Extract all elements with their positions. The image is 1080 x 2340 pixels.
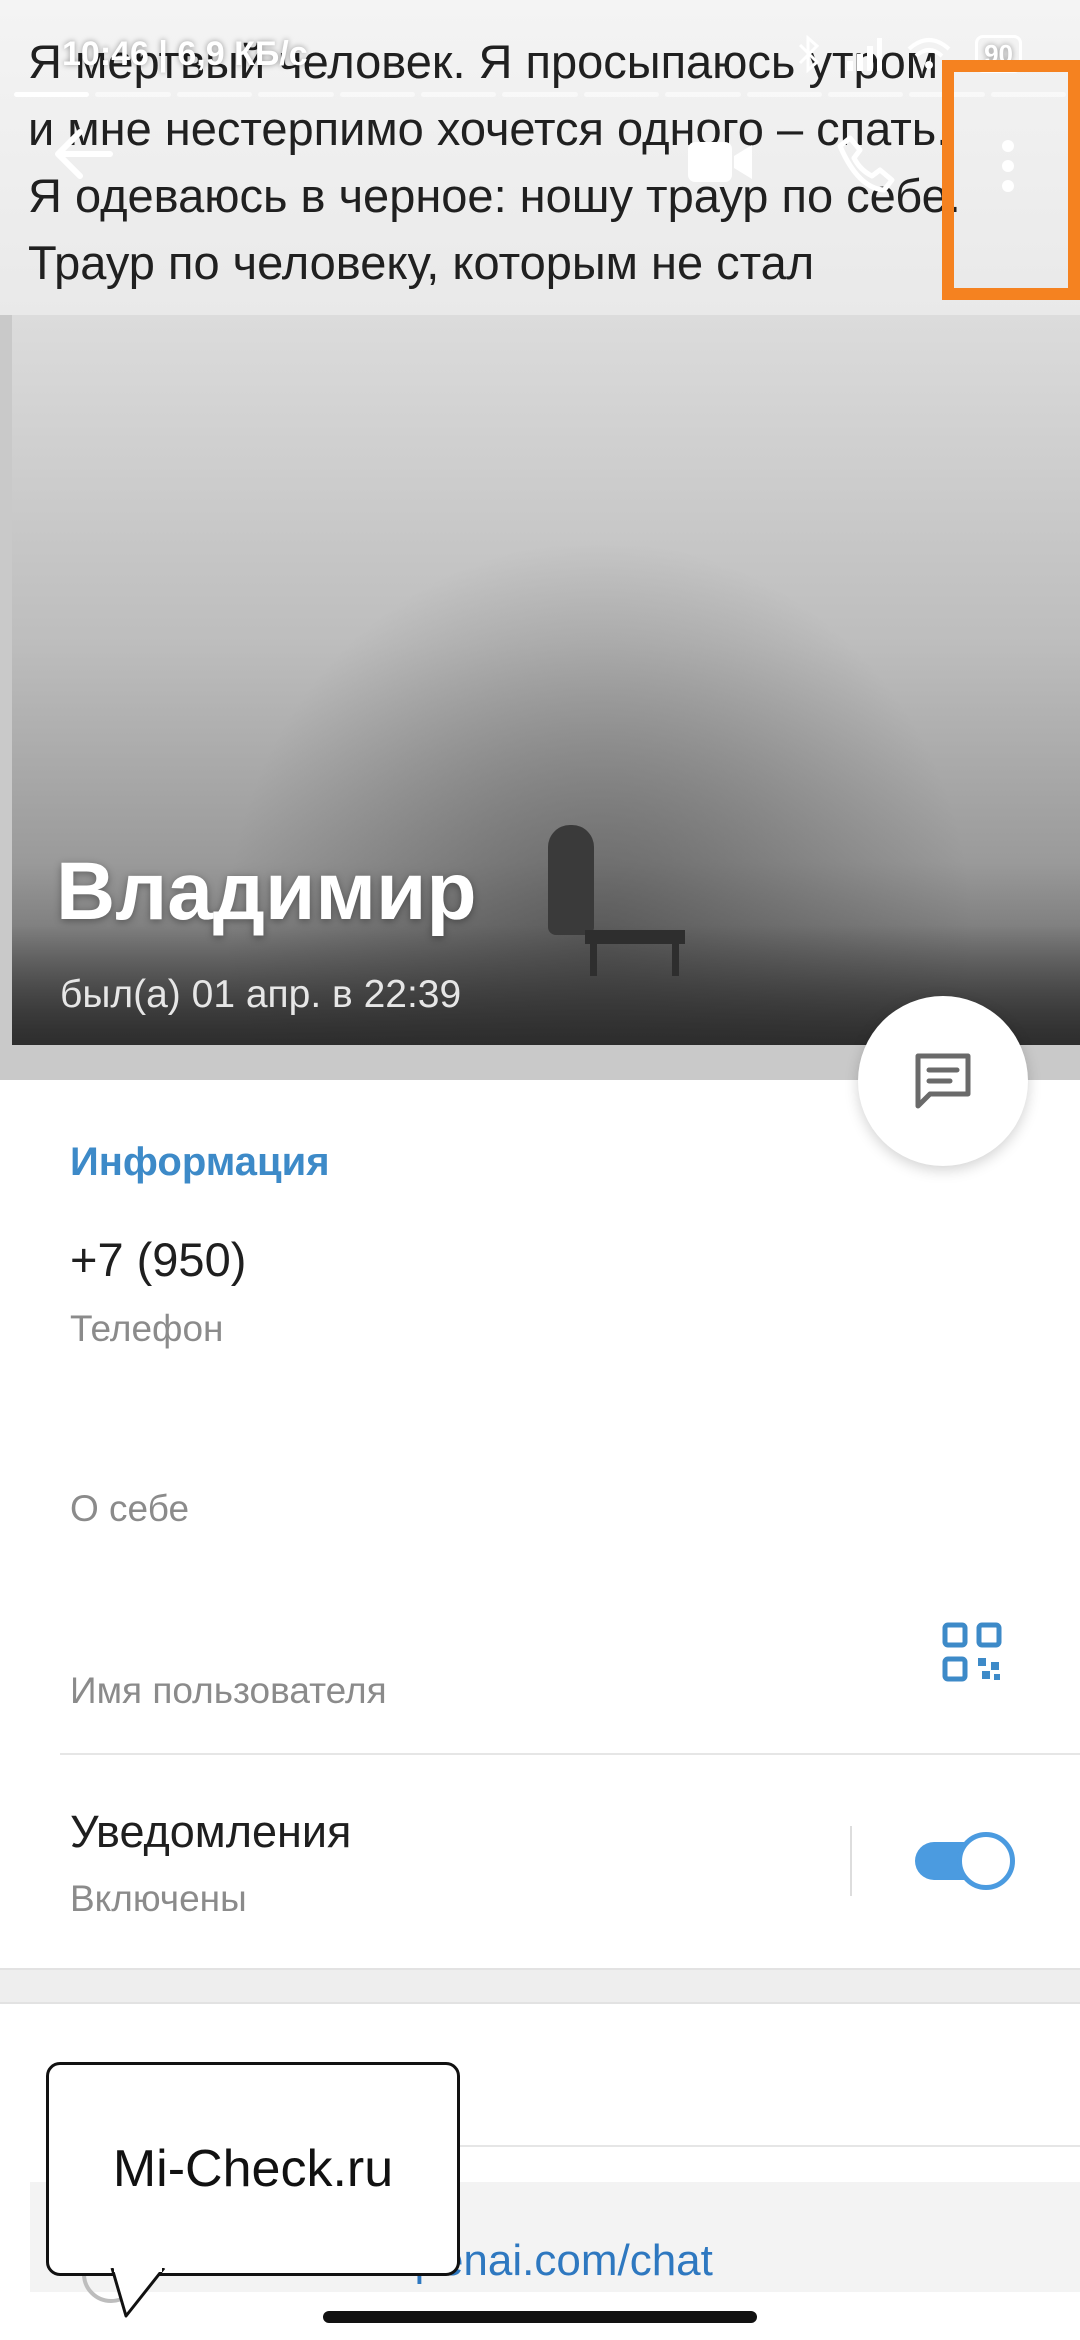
video-camera-icon[interactable] xyxy=(688,140,754,184)
status-bar: 10:46 | 6,9 КБ/с 90 xyxy=(62,30,1022,78)
notifications-toggle[interactable] xyxy=(915,1832,1015,1890)
photo-bench-leg xyxy=(672,940,679,976)
signal-icon xyxy=(847,38,883,71)
message-icon xyxy=(915,1053,971,1109)
notifications-title[interactable]: Уведомления xyxy=(70,1806,351,1858)
story-progress-segment xyxy=(258,92,334,97)
story-progress-segment xyxy=(583,92,660,97)
highlight-frame xyxy=(942,60,1080,300)
story-progress-segment xyxy=(665,92,741,97)
profile-name: Владимир xyxy=(56,846,477,937)
watermark-bubble: Mi-Check.ru xyxy=(46,2062,460,2276)
bubble-tail xyxy=(110,2268,166,2318)
story-progress-segment xyxy=(502,92,578,97)
story-progress-segment xyxy=(95,92,171,97)
bluetooth-icon xyxy=(799,35,820,73)
phone-label: Телефон xyxy=(70,1308,224,1349)
info-section-title: Информация xyxy=(70,1140,330,1184)
phone-number[interactable]: +7 (950) xyxy=(70,1232,246,1287)
bio-label: О себе xyxy=(70,1488,190,1529)
story-progress-segment xyxy=(176,92,253,97)
story-progress-segment xyxy=(827,92,904,97)
divider xyxy=(60,1753,1080,1755)
toggle-knob xyxy=(957,1832,1015,1890)
phone-icon[interactable] xyxy=(836,134,896,194)
story-progress-segment xyxy=(420,92,497,97)
vertical-separator xyxy=(850,1826,852,1896)
section-gap xyxy=(0,1968,1080,2004)
arrow-left-icon[interactable] xyxy=(52,128,114,180)
photo-figure xyxy=(548,825,594,935)
username-label: Имя пользователя xyxy=(70,1670,387,1711)
last-seen-status: был(а) 01 апр. в 22:39 xyxy=(60,973,462,1016)
photo-bench xyxy=(585,930,685,944)
status-time: 10:46 | 6,9 КБ/с xyxy=(62,34,308,73)
watermark-text: Mi-Check.ru xyxy=(112,2140,394,2198)
story-progress-segment xyxy=(339,92,415,97)
home-indicator[interactable] xyxy=(323,2311,757,2323)
send-message-button[interactable] xyxy=(858,996,1028,1166)
photo-bench-leg xyxy=(590,940,597,976)
story-progress xyxy=(14,92,1067,97)
notifications-state: Включены xyxy=(70,1878,247,1919)
qr-code-icon[interactable] xyxy=(942,1622,1002,1682)
story-progress-segment xyxy=(746,92,822,97)
story-progress-segment xyxy=(14,92,90,97)
